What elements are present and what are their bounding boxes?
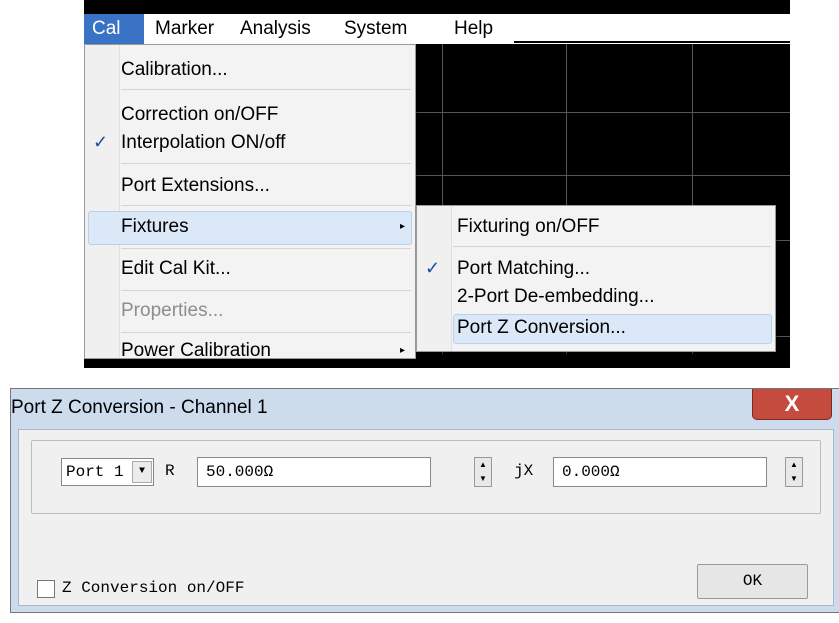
menubar-rule (514, 41, 790, 43)
menu-separator (121, 332, 411, 333)
checkmark-icon: ✓ (425, 258, 441, 278)
z-conversion-checkbox[interactable] (37, 580, 55, 598)
jx-label: jX (514, 462, 534, 480)
menu-analysis[interactable]: Analysis (240, 14, 311, 44)
submenu-arrow-icon: ▸ (399, 345, 405, 356)
dialog-titlebar[interactable]: Port Z Conversion - Channel 1 X (11, 389, 839, 429)
r-label: R (165, 462, 175, 480)
grid-line (414, 112, 790, 113)
menu-gutter (85, 45, 120, 358)
menu-separator (121, 248, 411, 249)
port-select-value: Port 1 (66, 463, 124, 481)
spin-down-icon[interactable]: ▼ (475, 472, 491, 486)
menubar: Cal Marker Analysis System Help (84, 14, 790, 44)
close-button[interactable]: X (752, 389, 832, 420)
jx-input-value: 0.000Ω (562, 463, 620, 481)
cal-menu: Calibration... Correction on/OFF ✓ Inter… (84, 44, 416, 361)
menu-item-port-z-conversion[interactable]: Port Z Conversion... (457, 315, 626, 341)
menu-separator (121, 290, 411, 291)
r-input-value: 50.000Ω (206, 463, 274, 481)
port-select[interactable]: Port 1 ▼ (61, 458, 154, 486)
menu-item-correction[interactable]: Correction on/OFF (121, 102, 278, 128)
menu-marker[interactable]: Marker (155, 14, 214, 44)
r-spinner[interactable]: ▲ ▼ (474, 457, 492, 487)
menu-separator (121, 163, 411, 164)
menu-item-properties: Properties... (121, 300, 224, 321)
menu-system[interactable]: System (344, 14, 407, 44)
jx-spinner[interactable]: ▲ ▼ (785, 457, 803, 487)
menu-item-2port-deembedding[interactable]: 2-Port De-embedding... (457, 284, 655, 310)
dropdown-arrow-icon[interactable]: ▼ (132, 461, 152, 483)
spin-up-icon[interactable]: ▲ (786, 458, 802, 472)
r-input[interactable]: 50.000Ω (197, 457, 431, 487)
ok-button[interactable]: OK (697, 564, 808, 599)
dialog-title: Port Z Conversion - Channel 1 (11, 397, 268, 418)
menu-help[interactable]: Help (454, 14, 493, 44)
jx-input[interactable]: 0.000Ω (553, 457, 767, 487)
menu-separator (121, 89, 411, 90)
grid-line (414, 175, 790, 176)
menu-item-edit-cal-kit[interactable]: Edit Cal Kit... (121, 256, 231, 282)
menu-cal[interactable]: Cal (84, 14, 144, 44)
fixtures-submenu: Fixturing on/OFF ✓ Port Matching... 2-Po… (416, 205, 776, 352)
menu-item-port-extensions[interactable]: Port Extensions... (121, 173, 270, 199)
spin-up-icon[interactable]: ▲ (475, 458, 491, 472)
menu-item-interpolation[interactable]: Interpolation ON/off (121, 130, 285, 156)
close-icon: X (784, 391, 800, 416)
z-conversion-label: Z Conversion on/OFF (62, 579, 245, 597)
spin-down-icon[interactable]: ▼ (786, 472, 802, 486)
menu-item-fixturing[interactable]: Fixturing on/OFF (457, 214, 600, 240)
menu-item-calibration[interactable]: Calibration... (121, 57, 228, 83)
menu-separator (121, 205, 411, 206)
menu-item-power-calibration[interactable]: Power Calibration (121, 338, 271, 364)
menu-item-port-matching[interactable]: Port Matching... (457, 256, 590, 282)
menu-screenshot: Cal Marker Analysis System Help Calibrat… (84, 0, 790, 368)
menu-separator (453, 246, 771, 247)
submenu-arrow-icon: ▸ (399, 221, 405, 232)
menu-item-fixtures[interactable]: Fixtures (121, 214, 189, 240)
checkmark-icon: ✓ (93, 132, 109, 152)
